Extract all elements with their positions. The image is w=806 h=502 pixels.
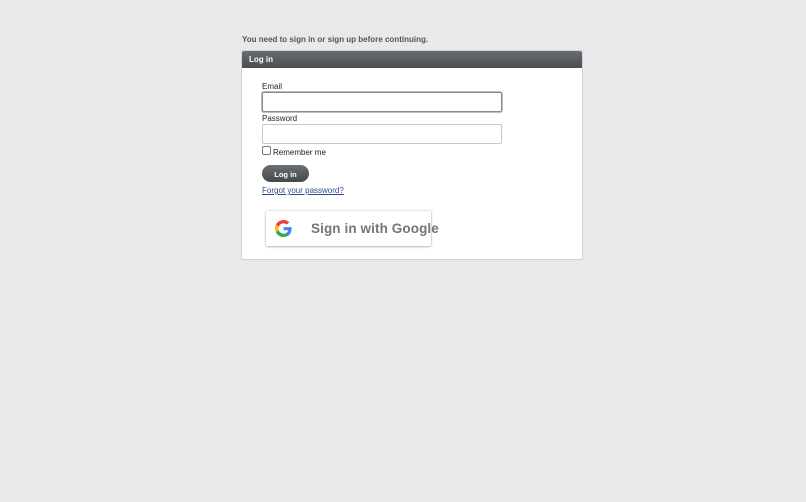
sign-in-with-google-button[interactable]: Sign in with Google: [266, 211, 439, 246]
forgot-password-link[interactable]: Forgot your password?: [262, 186, 344, 195]
flash-notice: You need to sign in or sign up before co…: [242, 35, 429, 44]
remember-me-row: Remember me: [262, 146, 502, 158]
password-field[interactable]: [262, 124, 502, 144]
log-in-button[interactable]: Log in: [262, 165, 309, 182]
login-panel: Log in Email Password Remember me Log in…: [241, 50, 583, 260]
google-button-label: Sign in with Google: [311, 221, 439, 236]
remember-me-label[interactable]: Remember me: [273, 148, 326, 157]
google-g-icon: [275, 220, 292, 237]
password-label: Password: [262, 114, 298, 123]
email-label: Email: [262, 82, 283, 91]
panel-title: Log in: [242, 51, 582, 68]
email-field[interactable]: [262, 92, 502, 112]
remember-me-checkbox[interactable]: [262, 146, 271, 155]
login-form: Email Password Remember me Log in Forgot…: [262, 82, 502, 195]
